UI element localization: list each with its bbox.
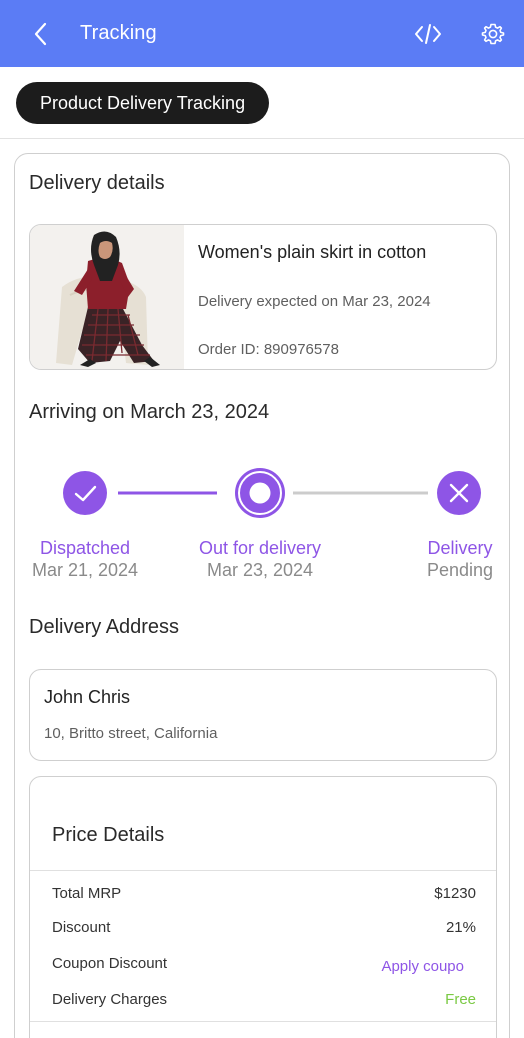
step-date-dispatched: Mar 21, 2024 <box>31 560 139 580</box>
app-bar: Tracking <box>0 0 524 67</box>
divider <box>30 870 496 871</box>
price-row-value: Free <box>445 991 476 1008</box>
price-details-card: Price Details Total MRP $1230 Discount 2… <box>29 776 497 1038</box>
price-row-label: Discount <box>52 919 111 936</box>
page-title: Tracking <box>80 22 157 44</box>
address-card[interactable]: John Chris 10, Britto street, California <box>29 669 497 761</box>
delivery-address-heading: Delivery Address <box>29 616 180 638</box>
code-icon[interactable] <box>412 20 444 48</box>
gear-icon[interactable] <box>478 20 508 48</box>
divider <box>30 1021 496 1022</box>
price-row-value: 21% <box>445 919 476 936</box>
step-label-dispatched: Dispatched <box>39 538 131 558</box>
address-line: 10, Britto street, California <box>44 725 218 742</box>
price-row-label: Total MRP <box>52 885 122 902</box>
price-row-label: Delivery Charges <box>52 991 168 1008</box>
step-label-delivery: Delivery <box>427 538 493 558</box>
apply-coupon-link[interactable]: Apply coupo <box>381 958 464 975</box>
chevron-left-icon[interactable] <box>28 20 54 48</box>
recipient-name: John Chris <box>44 687 131 707</box>
product-delivery-tracking-chip[interactable]: Product Delivery Tracking <box>16 82 270 124</box>
step-date-out-for-delivery: Mar 23, 2024 <box>206 560 314 580</box>
step-date-delivery: Pending <box>426 560 494 580</box>
product-name: Women's plain skirt in cotton <box>198 242 427 262</box>
delivery-expected-text: Delivery expected on Mar 23, 2024 <box>198 293 431 310</box>
step-label-out-for-delivery: Out for delivery <box>198 538 322 558</box>
product-card[interactable]: Women's plain skirt in cotton Delivery e… <box>29 224 497 370</box>
divider <box>0 138 524 139</box>
arriving-heading: Arriving on March 23, 2024 <box>29 401 270 423</box>
price-row-label: Coupon Discount <box>52 955 168 972</box>
order-id-text: Order ID: 890976578 <box>198 341 339 358</box>
price-details-heading: Price Details <box>52 824 165 846</box>
price-row-value: $1230 <box>434 885 476 902</box>
product-image <box>30 225 184 369</box>
delivery-details-heading: Delivery details <box>29 172 165 194</box>
